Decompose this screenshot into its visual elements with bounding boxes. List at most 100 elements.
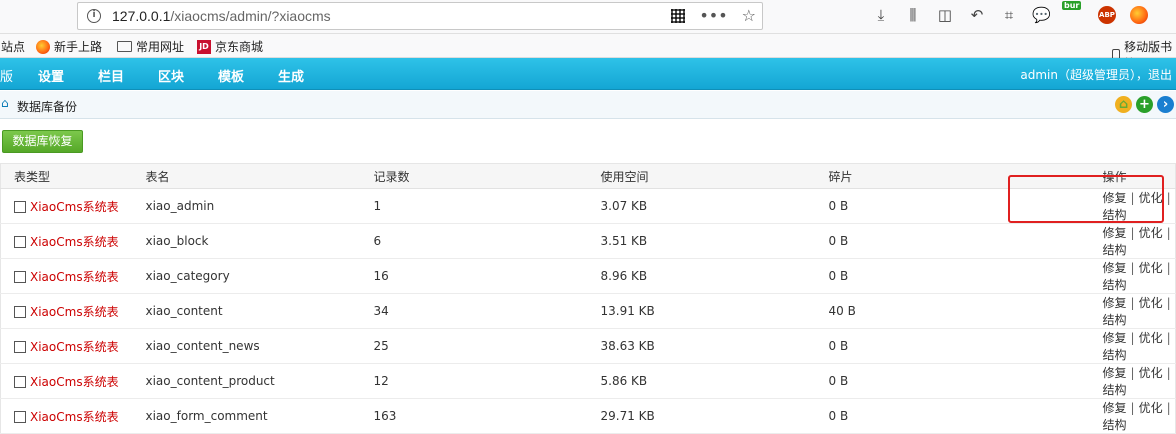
cell-records: 163 bbox=[373, 398, 601, 434]
home-icon[interactable]: ⌂ bbox=[1, 97, 13, 109]
cell-operations: 修复 | 优化 |结构 bbox=[1055, 258, 1176, 294]
site-home-icon[interactable]: ⌂ bbox=[1115, 96, 1132, 113]
cell-fragment: 0 B bbox=[828, 188, 1056, 224]
table-row: XiaoCms系统表 xiao_content_news 25 38.63 KB 0 B… bbox=[0, 328, 1176, 364]
bur-extension-icon[interactable]: bur bbox=[1062, 1, 1084, 24]
row-checkbox[interactable] bbox=[14, 375, 26, 388]
cell-operations: 修复 | 优化 |结构 bbox=[1055, 363, 1176, 399]
site-info-icon[interactable]: i bbox=[87, 9, 101, 23]
repair-link[interactable]: 修复 bbox=[1103, 331, 1127, 345]
cell-type: XiaoCms系统表 bbox=[0, 188, 146, 224]
cell-size: 3.51 KB bbox=[600, 223, 829, 259]
cell-records: 25 bbox=[373, 328, 601, 364]
repair-link[interactable]: 修复 bbox=[1103, 191, 1127, 205]
optimize-link[interactable]: 优化 bbox=[1139, 191, 1163, 205]
cell-operations: 修复 | 优化 |结构 bbox=[1055, 188, 1176, 224]
nav-item-columns[interactable]: 栏目 bbox=[98, 66, 124, 85]
firefox-icon[interactable] bbox=[1130, 6, 1148, 24]
crop-icon[interactable]: ⌗ bbox=[1000, 6, 1018, 24]
table-type-label: XiaoCms系统表 bbox=[30, 374, 119, 389]
structure-link[interactable]: 结构 bbox=[1103, 348, 1127, 362]
row-checkbox[interactable] bbox=[14, 270, 26, 283]
structure-link[interactable]: 结构 bbox=[1103, 208, 1127, 222]
database-restore-button[interactable]: 数据库恢复 bbox=[2, 130, 83, 153]
url-text[interactable]: 127.0.0.1/xiaocms/admin/?xiaocms bbox=[112, 8, 331, 24]
table-type-label: XiaoCms系统表 bbox=[30, 304, 119, 319]
page-actions-icon[interactable]: ••• bbox=[699, 6, 727, 26]
cell-type: XiaoCms系统表 bbox=[0, 223, 146, 259]
column-header-type: 表类型 bbox=[0, 163, 146, 189]
optimize-link[interactable]: 优化 bbox=[1139, 331, 1163, 345]
firefox-icon bbox=[36, 39, 50, 54]
url-bar[interactable]: i 127.0.0.1/xiaocms/admin/?xiaocms ••• ☆ bbox=[77, 2, 763, 30]
structure-link[interactable]: 结构 bbox=[1103, 243, 1127, 257]
separator: | bbox=[1166, 366, 1171, 380]
optimize-link[interactable]: 优化 bbox=[1139, 261, 1163, 275]
adblock-icon[interactable]: ABP bbox=[1098, 6, 1116, 24]
separator: | bbox=[1166, 401, 1171, 415]
url-host: 127.0.0.1 bbox=[112, 8, 171, 24]
cell-operations: 修复 | 优化 |结构 bbox=[1055, 223, 1176, 259]
cell-fragment: 0 B bbox=[828, 363, 1056, 399]
admin-user-info[interactable]: admin（超级管理员），退出 bbox=[1020, 66, 1172, 83]
repair-link[interactable]: 修复 bbox=[1103, 296, 1127, 310]
separator: | bbox=[1130, 401, 1135, 415]
structure-link[interactable]: 结构 bbox=[1103, 313, 1127, 327]
separator: | bbox=[1130, 191, 1135, 205]
add-icon[interactable]: + bbox=[1136, 96, 1153, 113]
cell-size: 38.63 KB bbox=[600, 328, 829, 364]
chat-icon[interactable]: 💬 bbox=[1032, 6, 1051, 24]
nav-item-templates[interactable]: 模板 bbox=[218, 66, 244, 85]
cell-fragment: 40 B bbox=[828, 293, 1056, 329]
sidebar-icon[interactable]: ◫ bbox=[936, 6, 954, 24]
optimize-link[interactable]: 优化 bbox=[1139, 366, 1163, 380]
bookmark-common-sites[interactable]: 常用网址 bbox=[117, 38, 184, 55]
table-row: XiaoCms系统表 xiao_admin 1 3.07 KB 0 B 修复 | 优化 |结构 bbox=[0, 188, 1176, 224]
nav-item-settings[interactable]: 设置 bbox=[38, 66, 64, 85]
cell-operations: 修复 | 优化 |结构 bbox=[1055, 293, 1176, 329]
library-icon[interactable]: ⫼ bbox=[904, 6, 922, 24]
row-checkbox[interactable] bbox=[14, 305, 26, 318]
separator: | bbox=[1166, 296, 1171, 310]
separator: | bbox=[1130, 331, 1135, 345]
optimize-link[interactable]: 优化 bbox=[1139, 226, 1163, 240]
cell-table-name: xiao_form_comment bbox=[145, 398, 374, 434]
optimize-link[interactable]: 优化 bbox=[1139, 401, 1163, 415]
repair-link[interactable]: 修复 bbox=[1103, 226, 1127, 240]
structure-link[interactable]: 结构 bbox=[1103, 383, 1127, 397]
qr-code-icon[interactable] bbox=[671, 9, 686, 23]
browser-toolbar: i 127.0.0.1/xiaocms/admin/?xiaocms ••• ☆… bbox=[0, 0, 1176, 34]
repair-link[interactable]: 修复 bbox=[1103, 261, 1127, 275]
repair-link[interactable]: 修复 bbox=[1103, 401, 1127, 415]
nav-item-blocks[interactable]: 区块 bbox=[158, 66, 184, 85]
next-icon[interactable]: › bbox=[1157, 96, 1174, 113]
row-checkbox[interactable] bbox=[14, 200, 26, 213]
table-header-row: 表类型 表名 记录数 使用空间 碎片 操作 bbox=[0, 163, 1176, 189]
nav-item-generate[interactable]: 生成 bbox=[278, 66, 304, 85]
column-header-size: 使用空间 bbox=[600, 163, 829, 189]
table-type-label: XiaoCms系统表 bbox=[30, 339, 119, 354]
cell-records: 6 bbox=[373, 223, 601, 259]
nav-item-edition[interactable]: 版 bbox=[0, 66, 13, 85]
table-type-label: XiaoCms系统表 bbox=[30, 199, 119, 214]
cell-operations: 修复 | 优化 |结构 bbox=[1055, 398, 1176, 434]
column-header-fragment: 碎片 bbox=[828, 163, 1056, 189]
cell-records: 1 bbox=[373, 188, 601, 224]
row-checkbox[interactable] bbox=[14, 235, 26, 248]
structure-link[interactable]: 结构 bbox=[1103, 278, 1127, 292]
cell-table-name: xiao_admin bbox=[145, 188, 374, 224]
bookmark-getting-started[interactable]: 新手上路 bbox=[36, 38, 102, 55]
bookmark-site[interactable]: 站点 bbox=[1, 38, 25, 55]
bookmark-jd[interactable]: JD 京东商城 bbox=[197, 38, 263, 55]
bookmark-label: 京东商城 bbox=[215, 40, 264, 54]
bookmark-star-icon[interactable]: ☆ bbox=[742, 6, 756, 26]
optimize-link[interactable]: 优化 bbox=[1139, 296, 1163, 310]
repair-link[interactable]: 修复 bbox=[1103, 366, 1127, 380]
row-checkbox[interactable] bbox=[14, 340, 26, 353]
download-icon[interactable]: ⤓ bbox=[872, 6, 890, 24]
sub-bar: ⌂ 数据库备份 ⌂ + › bbox=[0, 91, 1176, 119]
cell-type: XiaoCms系统表 bbox=[0, 363, 146, 399]
cell-operations: 修复 | 优化 |结构 bbox=[1055, 328, 1176, 364]
row-checkbox[interactable] bbox=[14, 410, 26, 423]
undo-icon[interactable]: ↶ bbox=[968, 6, 986, 24]
